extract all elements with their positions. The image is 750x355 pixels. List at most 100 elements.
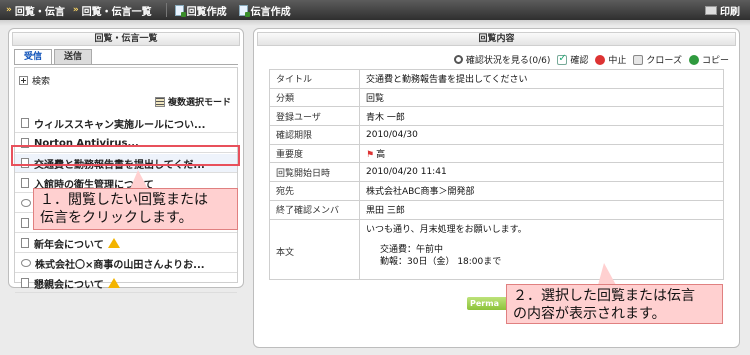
list-item-label: 新年会について xyxy=(34,239,104,251)
copy-button[interactable]: コピー xyxy=(688,53,729,66)
detail-value-text: 2010/04/20 11:41 xyxy=(366,167,447,178)
list-item[interactable]: 株式会社〇×商事の山田さんよりお... xyxy=(15,254,237,273)
detail-row: 終了確認メンバ 黒田 三郎 xyxy=(269,199,724,220)
body-line: いつも通り、月末処理をお願いします。 xyxy=(366,224,527,235)
list-item[interactable]: 懇親会について xyxy=(15,274,237,293)
detail-value-text: 交通費と勤務報告書を提出してください xyxy=(366,75,528,86)
warning-icon xyxy=(107,278,120,288)
close-label: クローズ xyxy=(646,56,682,66)
view-status-button[interactable]: 確認状況を見る(0/6) xyxy=(453,53,551,66)
detail-key: タイトル xyxy=(269,69,360,89)
detail-row: 確認期限 2010/04/30 xyxy=(269,125,724,145)
instruction-callout-1: １．閲覧したい回覧または 伝言をクリックします。 xyxy=(33,188,238,230)
detail-value-text: 青木 一郎 xyxy=(366,112,405,123)
document-icon xyxy=(21,118,29,128)
copy-icon xyxy=(688,54,699,65)
stop-label: 中止 xyxy=(608,56,627,66)
breadcrumb-arrow-icon: » xyxy=(6,5,12,15)
detail-value: 2010/04/30 xyxy=(359,125,724,145)
document-icon xyxy=(21,238,29,248)
multi-select-mode-button[interactable]: 複数選択モード xyxy=(154,95,231,108)
multi-select-icon xyxy=(154,96,165,107)
detail-key: 回覧開始日時 xyxy=(269,162,360,183)
stop-button[interactable]: 中止 xyxy=(595,53,626,66)
message-bubble-icon xyxy=(21,199,31,207)
copy-label: コピー xyxy=(701,56,729,66)
detail-key: 宛先 xyxy=(269,181,360,201)
detail-row: 登録ユーザ 青木 一郎 xyxy=(269,106,724,127)
detail-actions: 確認状況を見る(0/6) 確認 中止 クローズ コピー xyxy=(447,53,729,66)
detail-table: タイトル 交通費と勤務報告書を提出してください 分類 回覧 登録ユーザ 青木 一郎 確認期限… xyxy=(269,69,724,280)
detail-body: いつも通り、月末処理をお願いします。 交通費：午前中 勤報：30日（金） 18:… xyxy=(359,218,724,280)
top-toolbar: » 回覧・伝言 » 回覧・伝言一覧 回覧作成 伝言作成 印刷 xyxy=(0,0,750,20)
breadcrumb-circular[interactable]: » 回覧・伝言 xyxy=(6,3,65,18)
detail-panel-title: 回覧内容 xyxy=(257,32,736,46)
close-doc-icon xyxy=(633,54,644,65)
tab-received[interactable]: 受信 xyxy=(14,49,52,64)
selected-item-highlight xyxy=(11,145,240,166)
create-circular-label: 回覧作成 xyxy=(186,6,227,18)
callout-2-line: ２．選択した回覧または伝言 xyxy=(513,288,695,304)
detail-key: 確認期限 xyxy=(269,125,360,145)
detail-row: 重要度 ⚑ 高 xyxy=(269,143,724,164)
new-message-icon xyxy=(238,4,250,17)
callout-1-line: 伝言をクリックします。 xyxy=(40,210,193,226)
breadcrumb-label-list: 回覧・伝言一覧 xyxy=(81,6,152,18)
message-list: 検索 複数選択モード ウィルススキャン実施ルールについ... Norton Ant… xyxy=(14,67,238,293)
view-status-label: 確認状況を見る(0/6) xyxy=(465,56,551,66)
detail-value: 株式会社ABC商事＞開発部 xyxy=(359,181,724,201)
print-button[interactable]: 印刷 xyxy=(705,3,740,18)
detail-row-body: 本文 いつも通り、月末処理をお願いします。 交通費：午前中 勤報：30日（金） … xyxy=(269,218,724,280)
toolbar-divider xyxy=(165,3,167,17)
magnifier-icon xyxy=(453,55,463,64)
breadcrumb-label-circular: 回覧・伝言 xyxy=(14,6,65,18)
document-icon xyxy=(21,218,29,228)
confirm-label: 確認 xyxy=(570,56,589,66)
callout-1-line: １．閲覧したい回覧または xyxy=(40,192,208,208)
print-label: 印刷 xyxy=(720,7,740,18)
printer-icon xyxy=(705,6,717,15)
detail-value: 青木 一郎 xyxy=(359,106,724,127)
detail-key: 終了確認メンバ xyxy=(269,199,360,220)
multi-select-label: 複数選択モード xyxy=(167,98,231,108)
breadcrumb-circular-list[interactable]: » 回覧・伝言一覧 xyxy=(73,3,152,18)
detail-key: 登録ユーザ xyxy=(269,106,360,127)
create-message-label: 伝言作成 xyxy=(250,6,291,18)
instruction-callout-2: ２．選択した回覧または伝言 の内容が表示されます。 xyxy=(506,284,723,324)
tab-sent[interactable]: 送信 xyxy=(54,49,92,64)
permalink-button[interactable]: Perma xyxy=(467,297,511,310)
detail-row: タイトル 交通費と勤務報告書を提出してください xyxy=(269,69,724,89)
expand-plus-icon xyxy=(19,76,28,85)
list-item[interactable]: 新年会について xyxy=(15,234,237,253)
detail-value: 回覧 xyxy=(359,87,724,108)
detail-value: 黒田 三郎 xyxy=(359,199,724,220)
detail-value-text: 2010/04/30 xyxy=(366,129,418,140)
list-item[interactable]: ウィルススキャン実施ルールについ... xyxy=(15,114,237,133)
document-icon xyxy=(21,178,29,188)
close-button[interactable]: クローズ xyxy=(633,53,682,66)
list-item-label: 懇親会について xyxy=(34,279,104,291)
list-panel-title: 回覧・伝言一覧 xyxy=(12,32,240,46)
create-message-button[interactable]: 伝言作成 xyxy=(238,3,291,18)
list-item-label: 株式会社〇×商事の山田さんよりお... xyxy=(35,259,205,271)
body-line: 交通費：午前中 xyxy=(380,244,444,255)
tab-divider xyxy=(14,64,238,65)
detail-row: 分類 回覧 xyxy=(269,87,724,108)
document-icon xyxy=(21,278,29,288)
new-document-icon xyxy=(174,4,186,17)
list-item-label: ウィルススキャン実施ルールについ... xyxy=(34,119,206,131)
priority-flag-icon: ⚑ xyxy=(366,150,375,161)
list-tabs: 受信 送信 xyxy=(14,49,94,64)
detail-row: 宛先 株式会社ABC商事＞開発部 xyxy=(269,181,724,201)
callout-1-pointer xyxy=(130,170,148,189)
create-circular-button[interactable]: 回覧作成 xyxy=(174,3,227,18)
detail-value-text: 黒田 三郎 xyxy=(366,206,405,217)
detail-value: 2010/04/20 11:41 xyxy=(359,162,724,183)
checkmark-icon xyxy=(557,53,568,65)
search-toggle[interactable]: 検索 xyxy=(19,74,50,87)
detail-key: 本文 xyxy=(269,218,360,280)
confirm-button[interactable]: 確認 xyxy=(557,53,588,66)
callout-2-pointer xyxy=(598,263,616,285)
detail-key: 分類 xyxy=(269,87,360,108)
search-label: 検索 xyxy=(32,77,51,87)
